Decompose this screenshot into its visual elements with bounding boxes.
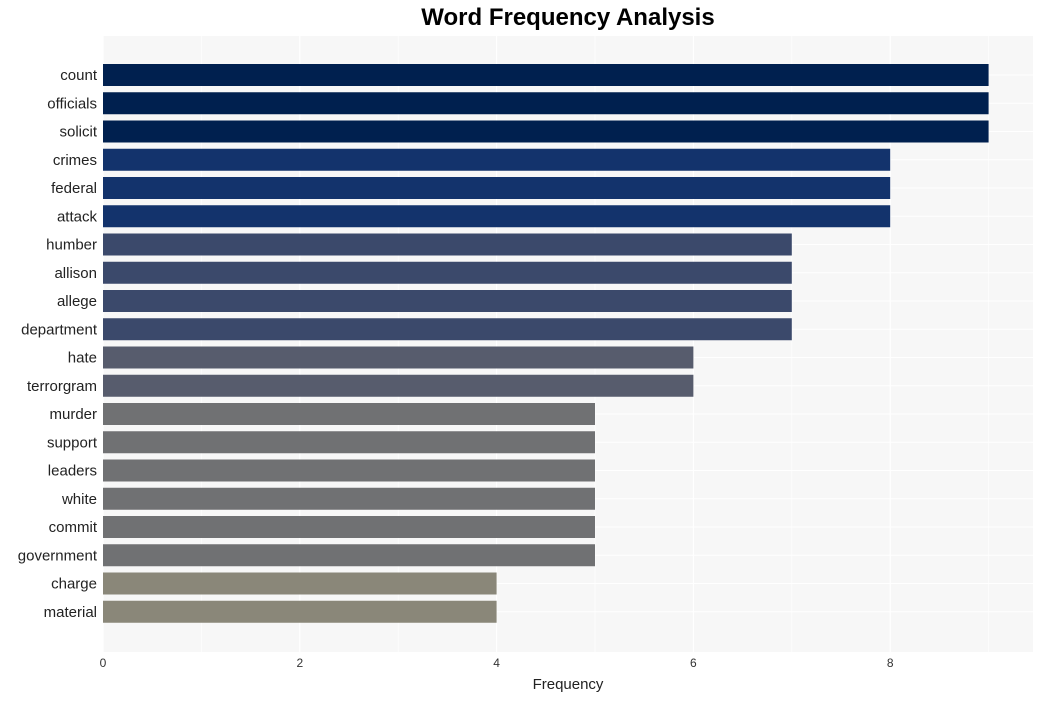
category-label-leaders: leaders bbox=[48, 463, 97, 480]
category-labels: count officials solicit crimes federal attack… bbox=[18, 67, 98, 621]
bar-white bbox=[103, 487, 595, 510]
x-tick-label: 6 bbox=[690, 656, 697, 670]
x-tick-label: 2 bbox=[296, 656, 303, 670]
x-tick-labels: 0 2 4 6 8 bbox=[100, 656, 894, 670]
x-tick-label: 0 bbox=[100, 656, 107, 670]
category-label-humber: humber bbox=[46, 237, 97, 254]
bar-chart: count officials solicit crimes federal attack… bbox=[18, 36, 1033, 693]
category-label-support: support bbox=[47, 434, 98, 451]
bar-crimes bbox=[103, 148, 891, 171]
x-tick-label: 4 bbox=[493, 656, 500, 670]
bar-terrorgram bbox=[103, 374, 694, 397]
category-label-federal: federal bbox=[51, 180, 97, 197]
category-label-allison: allison bbox=[54, 265, 97, 282]
bar-hate bbox=[103, 346, 694, 369]
category-label-terrorgram: terrorgram bbox=[27, 378, 97, 395]
bar-leaders bbox=[103, 459, 595, 482]
category-label-charge: charge bbox=[51, 576, 97, 593]
x-tick-label: 8 bbox=[887, 656, 894, 670]
bar-solicit bbox=[103, 120, 989, 143]
bar-support bbox=[103, 431, 595, 454]
category-label-solicit: solicit bbox=[59, 124, 97, 141]
category-label-hate: hate bbox=[68, 350, 97, 367]
bar-murder bbox=[103, 403, 595, 425]
bar-humber bbox=[103, 233, 792, 256]
category-label-attack: attack bbox=[57, 208, 98, 225]
bar-material bbox=[103, 600, 497, 623]
bar-charge bbox=[103, 572, 497, 595]
bar-allege bbox=[103, 290, 792, 312]
x-axis-title: Frequency bbox=[533, 676, 604, 693]
bar-allison bbox=[103, 261, 792, 284]
bar-attack bbox=[103, 205, 891, 228]
bar-federal bbox=[103, 177, 891, 199]
bar-commit bbox=[103, 516, 595, 538]
bar-officials bbox=[103, 92, 989, 115]
category-label-murder: murder bbox=[49, 406, 97, 423]
category-label-department: department bbox=[21, 321, 98, 338]
category-label-officials: officials bbox=[47, 95, 97, 112]
bar-government bbox=[103, 544, 595, 567]
bar-count bbox=[103, 64, 989, 86]
category-label-material: material bbox=[44, 604, 97, 621]
category-label-count: count bbox=[60, 67, 98, 84]
category-label-white: white bbox=[61, 491, 97, 508]
category-label-government: government bbox=[18, 547, 98, 564]
category-label-allege: allege bbox=[57, 293, 97, 310]
category-label-commit: commit bbox=[49, 519, 98, 536]
bar-department bbox=[103, 318, 792, 341]
category-label-crimes: crimes bbox=[53, 152, 97, 169]
